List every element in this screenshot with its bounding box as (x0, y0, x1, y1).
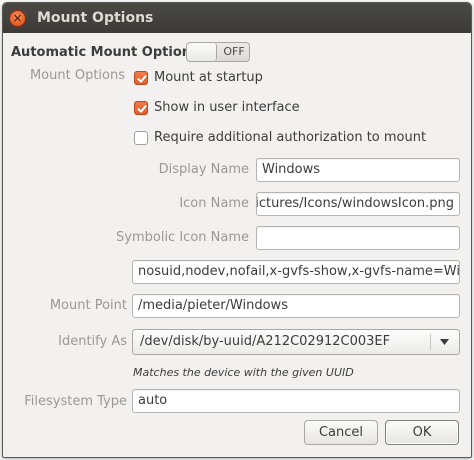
checkbox-label: Mount at startup (154, 70, 263, 85)
checkbox-label: Show in user interface (154, 100, 300, 115)
filesystem-type-label: Filesystem Type (24, 394, 127, 409)
mount-point-input[interactable]: /media/pieter/Windows (132, 294, 460, 318)
checkbox-show-in-ui[interactable]: Show in user interface (134, 99, 434, 119)
close-icon[interactable]: × (9, 10, 26, 27)
checkbox-box[interactable] (134, 101, 148, 115)
identify-as-dropdown[interactable]: /dev/disk/by-uuid/A212C02912C003EF (132, 329, 460, 355)
cancel-button[interactable]: Cancel (304, 420, 378, 445)
dialog-content: Automatic Mount Options OFF Mount Option… (3, 33, 471, 457)
chevron-down-icon[interactable] (440, 339, 449, 345)
icon-name-value: /home/pieter/Pictures/Icons/windowsIcon.… (257, 196, 454, 211)
checkbox-box[interactable] (134, 71, 148, 85)
window-title: Mount Options (37, 10, 154, 26)
symbolic-icon-name-label: Symbolic Icon Name (116, 230, 249, 245)
automatic-mount-switch[interactable]: OFF (186, 42, 250, 62)
mount-point-label: Mount Point (49, 298, 127, 313)
icon-name-input[interactable]: /home/pieter/Pictures/Icons/windowsIcon.… (256, 192, 460, 216)
identify-as-label: Identify As (58, 334, 127, 349)
checkbox-box[interactable] (134, 131, 148, 145)
mount-options-input[interactable]: nosuid,nodev,nofail,x-gvfs-show,x-gvfs-n… (132, 260, 460, 284)
switch-state-label: OFF (223, 45, 245, 58)
title-bar: × Mount Options (3, 3, 471, 33)
display-name-label: Display Name (158, 162, 249, 177)
display-name-input[interactable]: Windows (256, 158, 460, 182)
icon-name-label: Icon Name (179, 196, 249, 211)
symbolic-icon-name-input[interactable] (256, 226, 460, 250)
checkbox-label: Require additional authorization to moun… (154, 130, 427, 145)
identify-as-value: /dev/disk/by-uuid/A212C02912C003EF (140, 334, 391, 349)
filesystem-type-input[interactable]: auto (132, 389, 460, 413)
identify-as-hint: Matches the device with the given UUID (133, 366, 354, 379)
check-icon (137, 75, 147, 83)
automatic-mount-options-label: Automatic Mount Options (11, 45, 199, 60)
check-icon (137, 105, 147, 113)
checkbox-require-authorization[interactable]: Require additional authorization to moun… (134, 129, 454, 149)
checkbox-mount-at-startup[interactable]: Mount at startup (134, 69, 434, 89)
ok-button[interactable]: OK (385, 420, 459, 445)
mount-options-dialog: × Mount Options Automatic Mount Options … (2, 2, 472, 458)
dropdown-separator (430, 334, 431, 350)
switch-knob (187, 43, 217, 61)
mount-options-label: Mount Options (29, 68, 125, 83)
